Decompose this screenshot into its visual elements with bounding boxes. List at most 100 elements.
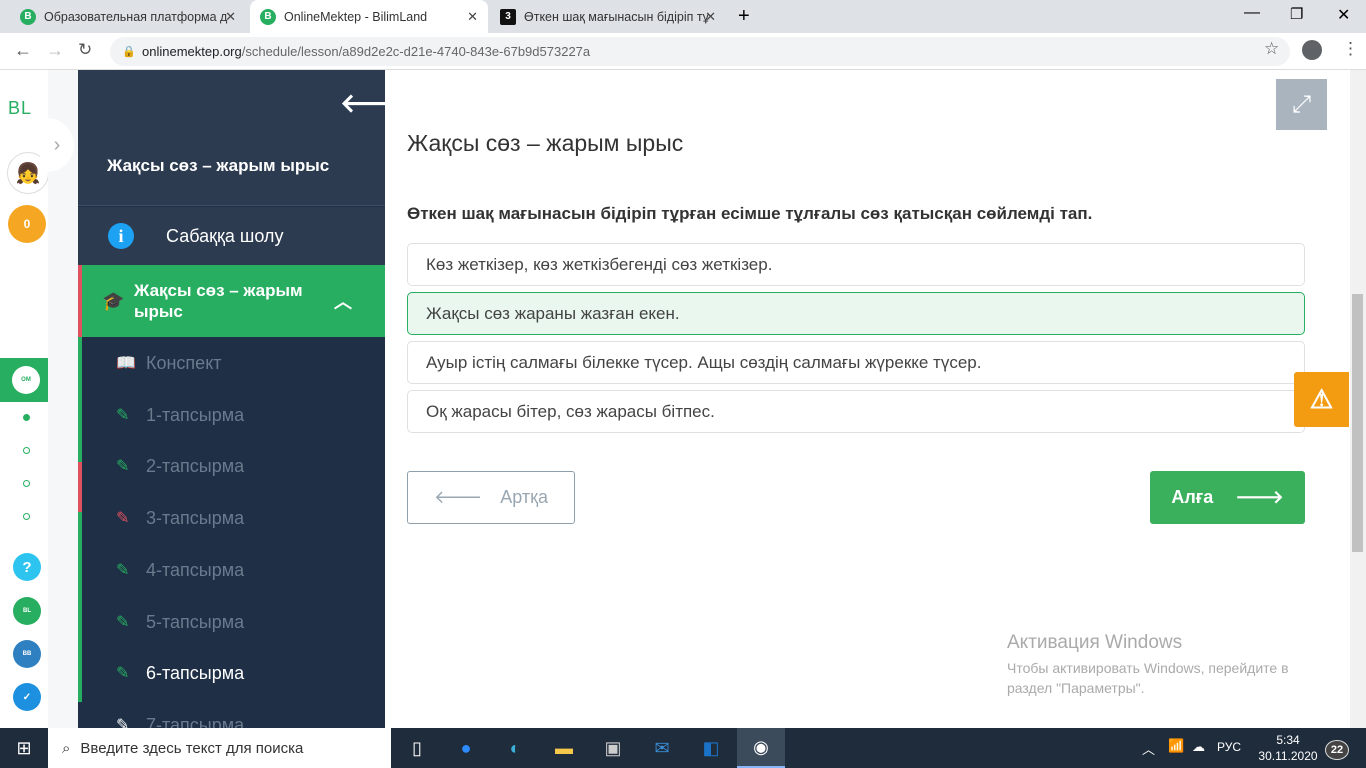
graduation-cap-icon: 🎓 [102,290,125,311]
activation-title: Активация Windows [1007,632,1183,653]
itest-button[interactable]: ✓ [13,683,41,711]
store-icon[interactable]: ▣ [589,728,637,768]
collapse-arrow-icon[interactable]: 🡐 [340,88,385,119]
bilimland-button[interactable]: BL [13,597,41,625]
reload-icon[interactable]: ↻ [78,40,92,60]
book-icon: 📖 [116,355,136,372]
sidebar-header: 🡐 Жақсы сөз – жарым ырыс [78,70,385,206]
help-button[interactable]: ? [13,553,41,581]
close-icon[interactable]: ✕ [225,9,236,25]
taskbar: ⊞ ⌕ Введите здесь текст для поиска ▯ ● ◐ … [0,728,1366,768]
activation-line: раздел "Параметры". [1007,680,1145,696]
lesson-content: ⤢ Жақсы сөз – жарым ырыс Өткен шақ мағын… [385,70,1350,728]
back-button[interactable]: 🡐 Артқа [407,471,575,524]
nav-dot[interactable] [23,513,30,520]
explorer-icon[interactable]: ▬ [540,728,588,768]
sidebar-item-task-5[interactable]: ✎ 5-тапсырма [78,596,385,648]
window-close-icon[interactable]: ✕ [1337,5,1350,25]
edit-icon: ✎ [116,562,130,579]
taskbar-search[interactable]: ⌕ Введите здесь текст для поиска [48,728,391,768]
lesson-sidebar: 🡐 Жақсы сөз – жарым ырыс i Сабаққа шолу … [78,70,385,728]
windows-start-icon[interactable]: ⊞ [0,728,48,768]
forward-icon[interactable]: → [46,40,64,61]
bl-logo: BL [8,98,33,118]
url-input[interactable]: 🔒 onlinemektep.org/schedule/lesson/a89d2e… [110,37,1290,66]
zoom-icon[interactable]: ● [442,728,490,768]
edit-icon: ✎ [116,510,130,527]
tray-chevron-icon[interactable]: ︿ [1142,739,1155,758]
answer-option-selected[interactable]: Жақсы сөз жараны жазған екен. [407,292,1305,335]
address-bar: ← → ↻ 🔒 onlinemektep.org/schedule/lesson/… [0,33,1366,70]
edge-icon[interactable]: ◐ [491,728,539,768]
wifi-icon[interactable]: 📶 [1168,738,1184,754]
score-badge: 0 [8,205,46,243]
menu-icon[interactable]: ⋮ [1342,39,1359,59]
language-indicator[interactable]: РУС [1217,740,1241,754]
lock-icon: 🔒 [122,46,136,58]
answer-option[interactable]: Ауыр істің салмағы білекке түсер. Ащы сө… [407,341,1305,384]
bilimbook-button[interactable]: BB [13,640,41,668]
bilimland-icon: B [260,8,276,25]
sidebar-section-lesson[interactable]: 🎓 Жақсы сөз – жарым ырыс ︿ [78,265,385,337]
notifications-badge[interactable]: 22 [1325,740,1349,760]
fullscreen-icon[interactable]: ⤢ [1276,79,1327,130]
cloud-icon[interactable]: ☁ [1192,739,1205,755]
time: 5:34 [1276,733,1300,747]
edit-icon: ✎ [116,717,130,728]
arrow-right-icon: 🡒 [1235,487,1284,507]
onlinemektep-button[interactable]: OM [0,358,48,402]
back-icon[interactable]: ← [14,40,32,61]
scrollbar[interactable] [1350,70,1366,728]
clock[interactable]: 5:34 30.11.2020 [1258,732,1318,764]
minimize-icon[interactable]: — [1244,4,1260,22]
edit-icon: ✎ [116,665,130,682]
info-icon: i [108,223,134,249]
sidebar-item-task-4[interactable]: ✎ 4-тапсырма [78,544,385,596]
sidebar-item-task-1[interactable]: ✎ 1-тапсырма [78,389,385,441]
sidebar-title: Жақсы сөз – жарым ырыс [107,156,330,175]
mail-icon[interactable]: ✉ [638,728,686,768]
task-view-icon[interactable]: ▯ [393,728,441,768]
tab-3[interactable]: 3 Өткен шақ мағынасын бідіріп тұ ✕ [490,0,726,33]
activation-text: Чтобы активировать Windows, перейдите в р… [1007,658,1289,698]
gutter: › [40,70,78,728]
edit-icon: ✎ [116,614,130,631]
scrollbar-thumb[interactable] [1352,294,1363,552]
tab-bar: B Образовательная платформа д ✕ B OnlineMek… [0,0,1366,33]
expand-chevron-icon[interactable]: › [40,118,74,172]
sidebar-item-task-2[interactable]: ✎ 2-тапсырма [78,440,385,492]
profile-icon[interactable] [1302,40,1322,60]
tab-1[interactable]: B Образовательная платформа д ✕ [10,0,246,33]
sidebar-item-task-6[interactable]: ✎ 6-тапсырма [78,647,385,699]
sidebar-item-task-7[interactable]: ✎ 7-тапсырма [78,699,385,729]
outlook-icon[interactable]: ◧ [687,728,735,768]
sidebar-item-overview[interactable]: i Сабаққа шолу [78,207,385,265]
sidebar-item-konspekt[interactable]: 📖 Конспект [78,337,385,389]
activation-line: Чтобы активировать Windows, перейдите в [1007,660,1289,676]
answer-option[interactable]: Оқ жарасы бітер, сөз жарасы бітпес. [407,390,1305,433]
restore-icon[interactable]: ❐ [1290,5,1303,23]
chevron-up-icon: ︿ [334,292,352,312]
date: 30.11.2020 [1258,749,1318,763]
nav-dot[interactable] [23,447,30,454]
question-text: Өткен шақ мағынасын бідіріп тұрған есімш… [407,204,1093,223]
new-tab-icon[interactable]: + [738,5,750,28]
sidebar-item-task-3[interactable]: ✎ 3-тапсырма [78,492,385,544]
edit-icon: ✎ [116,407,130,424]
onlinemektep-logo: OM [12,366,40,394]
answer-option[interactable]: Көз жеткізер, көз жеткізбегенді сөз жетк… [407,243,1305,286]
tab-favicon-icon: 3 [500,8,516,25]
star-icon[interactable]: ☆ [1264,39,1279,59]
bilimland-icon: B [20,8,36,25]
nav-dot[interactable] [23,480,30,487]
nav-dot[interactable] [23,414,30,421]
arrow-left-icon: 🡐 [433,487,483,507]
close-icon[interactable]: ✕ [467,9,478,25]
close-icon[interactable]: ✕ [705,9,716,25]
report-warning-icon[interactable]: ⚠ [1294,372,1349,427]
tab-2[interactable]: B OnlineMektep - BilimLand ✕ [250,0,488,33]
next-button[interactable]: Алға 🡒 [1150,471,1305,524]
page-title: Жақсы сөз – жарым ырыс [407,130,684,156]
chrome-icon[interactable]: ◉ [737,728,785,768]
edit-icon: ✎ [116,458,130,475]
